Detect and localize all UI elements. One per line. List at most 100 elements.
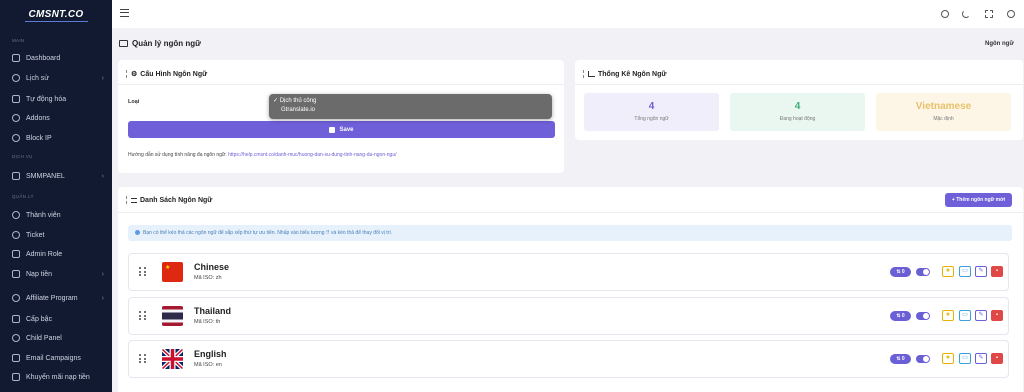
sidebar-item-label: Nạp tiền [26,270,53,278]
stat-active-value: 4 [794,101,801,112]
sidebar-item-dashboard[interactable]: Dashboard [12,52,104,64]
stat-total: 4 Tổng ngôn ngữ [584,93,719,131]
sidebar-item-deposit[interactable]: Nạp tiền › [12,268,104,280]
drag-handle-icon[interactable] [139,354,147,364]
sidebar-item-label: Child Panel [26,334,62,342]
shield-icon [12,250,20,258]
sidebar-item-rank[interactable]: Cấp bậc [12,313,104,325]
headset-icon [12,231,20,239]
sidebar-item-label: Lịch sử [26,74,49,82]
sidebar-item-block-ip[interactable]: Block IP [12,132,104,144]
language-iso: Mã ISO: th [194,319,221,325]
sidebar-item-child-panel[interactable]: Child Panel [12,332,104,344]
sidebar-item-ticket[interactable]: Ticket [12,229,104,241]
star-button[interactable]: ★ [942,310,954,321]
sidebar-item-addons[interactable]: Addons [12,112,104,124]
sidebar-item-label: Thành viên [26,211,61,219]
language-icon [119,40,128,47]
page-title: Quản lý ngôn ngữ [119,39,201,48]
dropdown-option-gtranslate[interactable]: Gtranslate.io [273,106,552,115]
edit-button[interactable]: ✎ [975,353,987,364]
star-button[interactable]: ★ [942,266,954,277]
dashboard-icon [12,54,20,62]
list-item: ★ Chinese Mã ISO: zh ⇅ 0 ★ ▭ ✎ ▪ [128,253,1009,291]
guide-text-label: Hướng dẫn sử dụng tính năng đa ngôn ngữ: [128,152,227,158]
menu-toggle-icon[interactable] [120,9,129,17]
translate-button[interactable]: ▭ [959,353,971,364]
logo-text: CMSNT.CO [24,8,88,22]
save-button[interactable]: Save [128,121,555,138]
calendar-icon [12,95,20,103]
language-name: Thailand [194,306,232,316]
gear-icon[interactable] [1007,10,1015,18]
add-language-button[interactable]: + Thêm ngôn ngữ mới [945,193,1012,207]
thailand-flag-icon [162,306,183,326]
percent-icon [12,373,20,381]
status-toggle[interactable] [916,268,930,276]
logo[interactable]: CMSNT.CO [0,0,112,30]
sidebar-item-members[interactable]: Thành viên [12,209,104,221]
sidebar-item-affiliate[interactable]: Affiliate Program › [12,292,104,304]
affiliate-icon [12,294,20,302]
delete-button[interactable]: ▪ [991,266,1003,277]
china-flag-icon: ★ [162,262,183,282]
edit-button[interactable]: ✎ [975,310,987,321]
stat-total-label: Tổng ngôn ngữ [634,116,669,122]
dropdown-option-label: Gtranslate.io [281,107,316,113]
delete-button[interactable]: ▪ [991,353,1003,364]
moon-icon[interactable] [962,10,970,18]
star-button[interactable]: ★ [942,353,954,364]
user-icon[interactable] [941,10,949,18]
translate-button[interactable]: ▭ [959,310,971,321]
translate-button[interactable]: ▭ [959,266,971,277]
sidebar-item-label: Tự động hóa [26,95,67,103]
ban-icon [12,134,20,142]
sidebar-item-automation[interactable]: Tự động hóa [12,93,104,105]
save-button-label: Save [339,126,354,133]
clock-icon [12,74,20,82]
stat-default: Vietnamese Mặc định [876,93,1011,131]
stat-active: 4 Đang hoạt động [730,93,865,131]
edit-button[interactable]: ✎ [975,266,987,277]
sidebar-section-admin: QUẢN LÝ [12,194,34,199]
sidebar-item-label: SMMPANEL [26,172,65,180]
chevron-right-icon: › [101,74,104,82]
order-badge: ⇅ 0 [890,354,911,364]
floppy-icon [329,126,336,133]
page-title-text: Quản lý ngôn ngữ [132,39,201,48]
language-name: Chinese [194,262,230,272]
dropdown-option-manual[interactable]: ✓ Dịch thủ công [273,97,552,106]
chevron-right-icon: › [101,172,104,180]
stat-default-value: Vietnamese [915,101,972,112]
card-divider [575,84,1023,85]
dropdown-option-label: Dịch thủ công [279,98,317,104]
info-text: Bạn có thể kéo thả các ngôn ngữ để sắp x… [143,230,393,236]
chevron-right-icon: › [101,294,104,302]
sidebar-item-smmpanel[interactable]: SMMPANEL › [12,170,104,182]
sidebar-item-admin-role[interactable]: Admin Role [12,248,104,260]
drag-handle-icon[interactable] [139,267,147,277]
status-toggle[interactable] [916,355,930,363]
config-card-header: ⚙ Cấu Hình Ngôn Ngữ [126,70,207,78]
language-name: English [194,349,227,359]
sidebar-item-promotions[interactable]: Khuyến mãi nạp tiền [12,371,104,383]
panel-icon [12,334,20,342]
stat-active-label: Đang hoạt động [779,116,816,122]
type-dropdown[interactable]: ✓ Dịch thủ công Gtranslate.io [269,94,552,119]
stat-default-label: Mặc định [933,116,954,122]
sidebar-item-email-campaigns[interactable]: Email Campaigns [12,352,104,364]
fullscreen-icon[interactable] [985,10,993,18]
delete-button[interactable]: ▪ [991,310,1003,321]
guide-link[interactable]: https://help.cmsnt.co/danh-muc/huong-dan… [228,152,396,158]
drag-handle-icon[interactable] [139,311,147,321]
status-toggle[interactable] [916,312,930,320]
info-icon [135,229,140,235]
sidebar-item-label: Admin Role [26,250,63,258]
sidebar-section-service: DỊCH VỤ [12,154,33,159]
type-label: Loại [128,99,140,105]
sidebar-item-history[interactable]: Lịch sử › [12,72,104,84]
sidebar-item-label: Email Campaigns [26,354,81,362]
sidebar-item-label: Addons [26,114,50,122]
uk-flag-icon [162,349,183,369]
config-card-title: Cấu Hình Ngôn Ngữ [140,70,208,78]
